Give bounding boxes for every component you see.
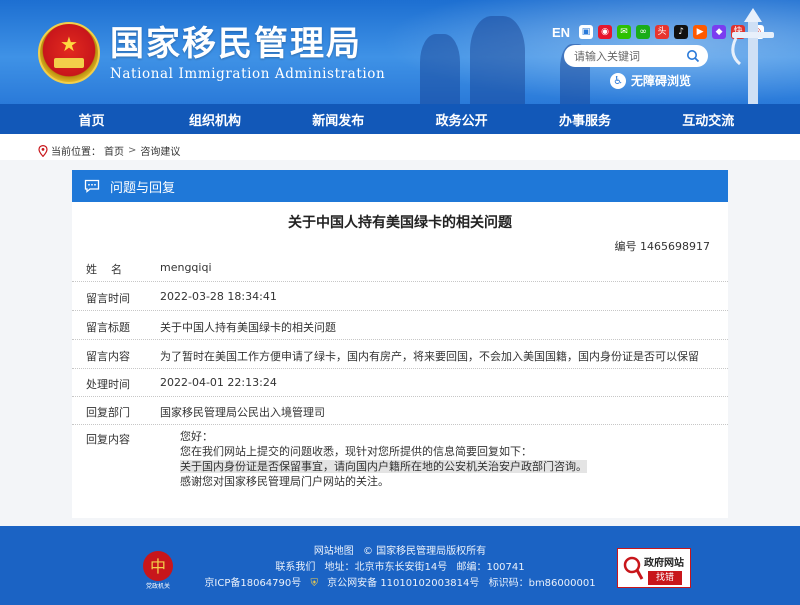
wechat-icon[interactable]: ✉	[617, 25, 632, 39]
panel-title: 问题与回复	[110, 180, 176, 196]
name-label-char-1: 姓	[86, 263, 97, 276]
qa-panel: 问题与回复 关于中国人持有美国绿卡的相关问题 编号 1465698917 姓名 …	[72, 170, 728, 518]
accessibility-label: 无障碍浏览	[631, 74, 692, 88]
emblem-base	[54, 58, 84, 68]
copyright: © 国家移民管理局版权所有	[363, 546, 487, 557]
party-government-emblem-icon[interactable]: 中 党政机关	[140, 550, 176, 590]
breadcrumb-separator: >	[128, 145, 137, 156]
field-row-submit-time: 留言时间 2022-03-28 18:34:41	[72, 282, 728, 311]
site-title[interactable]: 国家移民管理局	[110, 24, 362, 64]
huabiao-monument-icon	[731, 8, 774, 104]
question-number-value: 1465698917	[640, 240, 710, 253]
breadcrumb-prefix: 当前位置：	[51, 147, 101, 158]
nav-government-affairs[interactable]: 政务公开	[407, 110, 517, 129]
field-value: 2022-04-01 22:13:24	[160, 376, 277, 389]
field-value: 2022-03-28 18:34:41	[160, 290, 277, 303]
field-row-name: 姓名 mengqiqi	[72, 254, 728, 282]
site-subtitle: National Immigration Administration	[110, 66, 386, 82]
gov-website-error-badge[interactable]: 政府网站 找错	[617, 548, 691, 588]
kuaishou-icon[interactable]: ▶	[693, 25, 708, 39]
address: 地址：北京市东长安街14号	[324, 562, 448, 573]
emblem-text: 党政机关	[146, 582, 170, 590]
field-row-process-time: 处理时间 2022-04-01 22:13:24	[72, 369, 728, 397]
search-icon[interactable]	[686, 49, 700, 63]
emblem-star-icon: ★	[60, 32, 78, 56]
breadcrumb-home[interactable]: 首页	[104, 143, 124, 158]
search-box	[564, 45, 708, 67]
field-label: 处理时间	[86, 378, 130, 391]
tiktok-icon[interactable]: ♪	[674, 25, 689, 39]
nav-services[interactable]: 办事服务	[530, 110, 640, 129]
police-badge-icon: ⛨	[310, 578, 318, 589]
nav-interaction[interactable]: 互动交流	[653, 110, 763, 129]
question-number: 编号 1465698917	[615, 238, 711, 254]
mini-program-icon[interactable]: ∞	[636, 25, 651, 39]
nav-organization[interactable]: 组织机构	[160, 110, 270, 129]
reply-highlighted-line: 关于国内身份证是否保留事宜，请向国内户籍所在地的公安机关治安户政部门咨询。	[180, 459, 680, 474]
field-label: 回复部门	[86, 406, 130, 419]
header-silhouette-2	[470, 16, 525, 104]
nav-home[interactable]: 首页	[37, 110, 147, 129]
field-label: 留言内容	[86, 350, 130, 363]
toutiao-icon[interactable]: 头	[655, 25, 670, 39]
field-label: 留言标题	[86, 321, 130, 334]
reply-content: 您好： 您在我们网站上提交的问题收悉，现针对您所提供的信息简要回复如下： 关于国…	[180, 429, 680, 489]
main-nav: 首页 组织机构 新闻发布 政务公开 办事服务 互动交流	[0, 104, 800, 134]
postcode: 邮编：100741	[456, 562, 525, 573]
magnifier-icon	[623, 556, 644, 580]
national-emblem-icon[interactable]: ★	[38, 22, 100, 84]
location-pin-icon	[38, 144, 48, 157]
breadcrumb: 当前位置： 首页 > 咨询建议	[38, 143, 180, 158]
search-input[interactable]	[574, 49, 686, 63]
header-silhouette-1	[420, 34, 460, 104]
weibo-portal-icon[interactable]: ▣	[579, 25, 594, 39]
field-value: 为了暂时在美国工作方便申请了绿卡，国内有房产，将来要回国，不会加入美国国籍，国内…	[160, 350, 699, 363]
field-row-subject: 留言标题 关于中国人持有美国绿卡的相关问题	[72, 311, 728, 340]
contact-link[interactable]: 联系我们	[275, 562, 315, 573]
field-value: 国家移民管理局公民出入境管理司	[160, 406, 325, 419]
field-value: mengqiqi	[160, 261, 212, 274]
reply-greeting: 您好：	[180, 430, 213, 443]
gov-badge-title: 政府网站	[644, 558, 684, 569]
name-label-char-2: 名	[111, 263, 122, 276]
english-link[interactable]: EN	[552, 25, 570, 40]
reply-highlight: 关于国内身份证是否保留事宜，请向国内户籍所在地的公安机关治安户政部门咨询。	[180, 460, 587, 473]
weibo-icon[interactable]: ◉	[598, 25, 613, 39]
svg-text:中: 中	[150, 557, 166, 576]
question-number-label: 编号	[614, 240, 637, 253]
site-id: 标识码：bm86000001	[488, 578, 596, 589]
reply-line: 您在我们网站上提交的问题收悉，现针对您所提供的信息简要回复如下：	[180, 445, 532, 458]
field-label: 姓名	[86, 261, 144, 277]
field-label: 留言时间	[86, 292, 130, 305]
field-row-content: 留言内容 为了暂时在美国工作方便申请了绿卡，国内有房产，将来要回国，不会加入美国…	[72, 340, 728, 369]
nav-news[interactable]: 新闻发布	[283, 110, 393, 129]
accessibility-link[interactable]: ♿ 无障碍浏览	[610, 72, 691, 89]
breadcrumb-consult[interactable]: 咨询建议	[140, 143, 180, 158]
gov-badge-action: 找错	[648, 571, 682, 585]
police-record-link[interactable]: 京公网安备 11010102003814号	[327, 578, 479, 589]
field-label: 回复内容	[86, 433, 130, 446]
chat-bubble-icon	[84, 179, 100, 193]
field-row-department: 回复部门 国家移民管理局公民出入境管理司	[72, 397, 728, 425]
sitemap-link[interactable]: 网站地图	[314, 546, 354, 557]
accessibility-icon: ♿	[610, 72, 626, 89]
site-header: ★ 国家移民管理局 National Immigration Administr…	[0, 0, 800, 104]
question-title: 关于中国人持有美国绿卡的相关问题	[288, 215, 512, 231]
icp-link[interactable]: 京ICP备18064790号	[204, 578, 301, 589]
field-row-reply: 回复内容 您好： 您在我们网站上提交的问题收悉，现针对您所提供的信息简要回复如下…	[72, 425, 728, 493]
field-value: 关于中国人持有美国绿卡的相关问题	[160, 321, 336, 334]
panel-header: 问题与回复	[72, 170, 728, 202]
reply-closing: 感谢您对国家移民管理局门户网站的关注。	[180, 475, 389, 488]
